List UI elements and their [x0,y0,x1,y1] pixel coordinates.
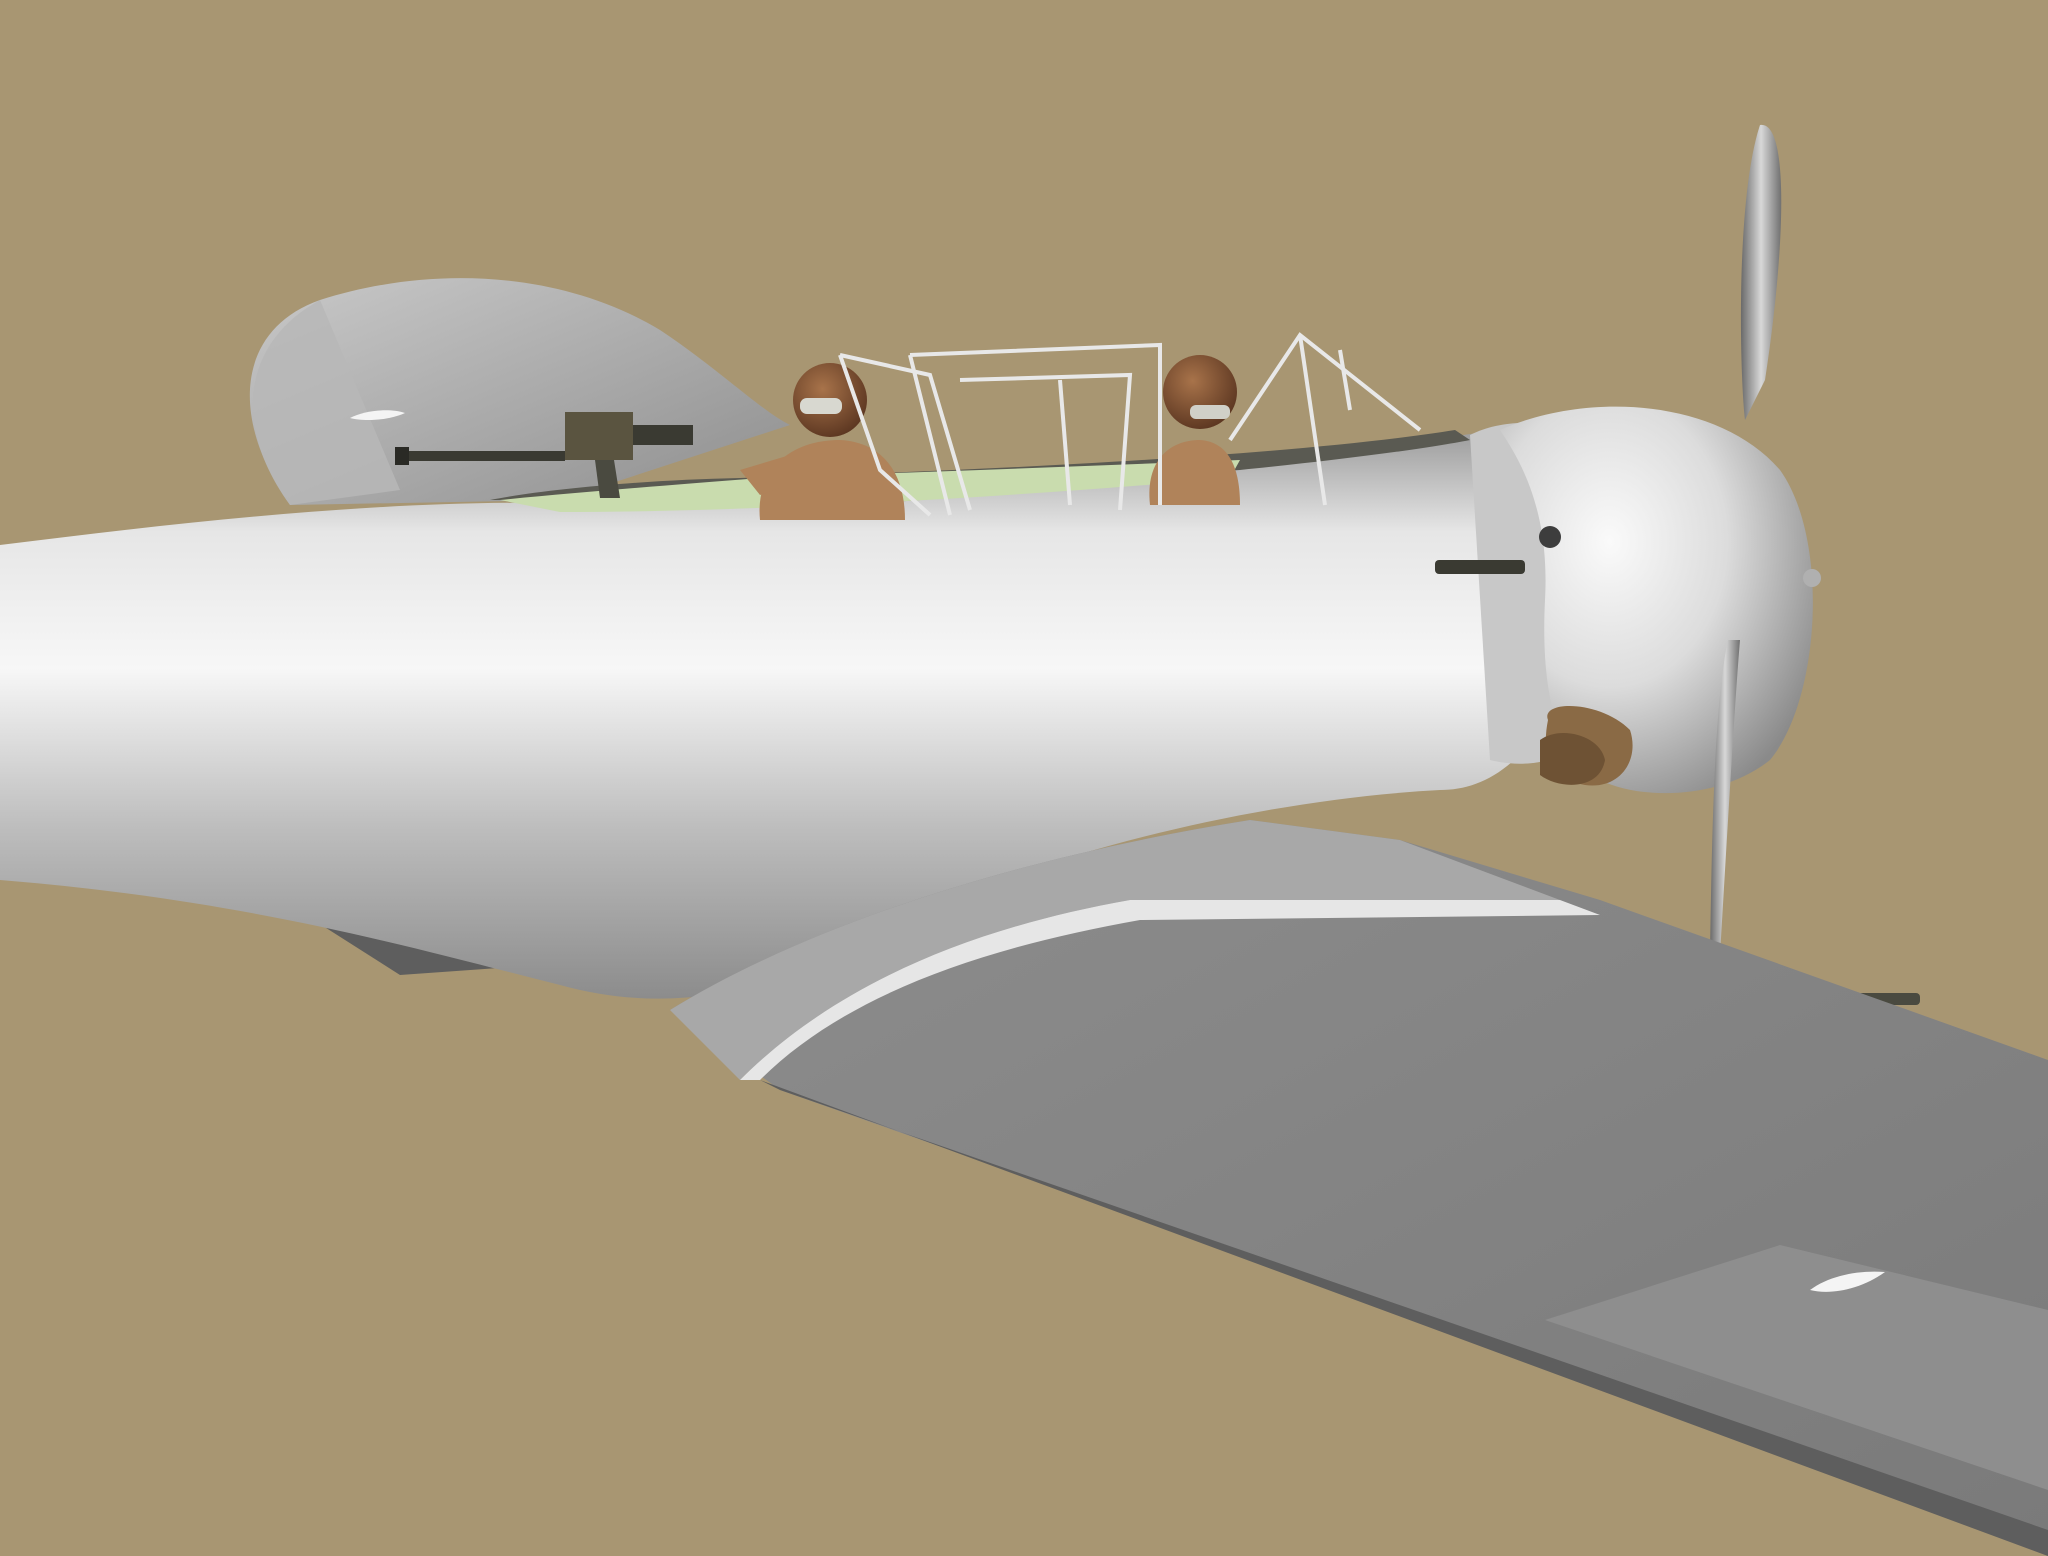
engine-cowling [1470,406,1813,794]
cowl-gun [1435,560,1525,574]
aircraft-render [0,0,2048,1556]
